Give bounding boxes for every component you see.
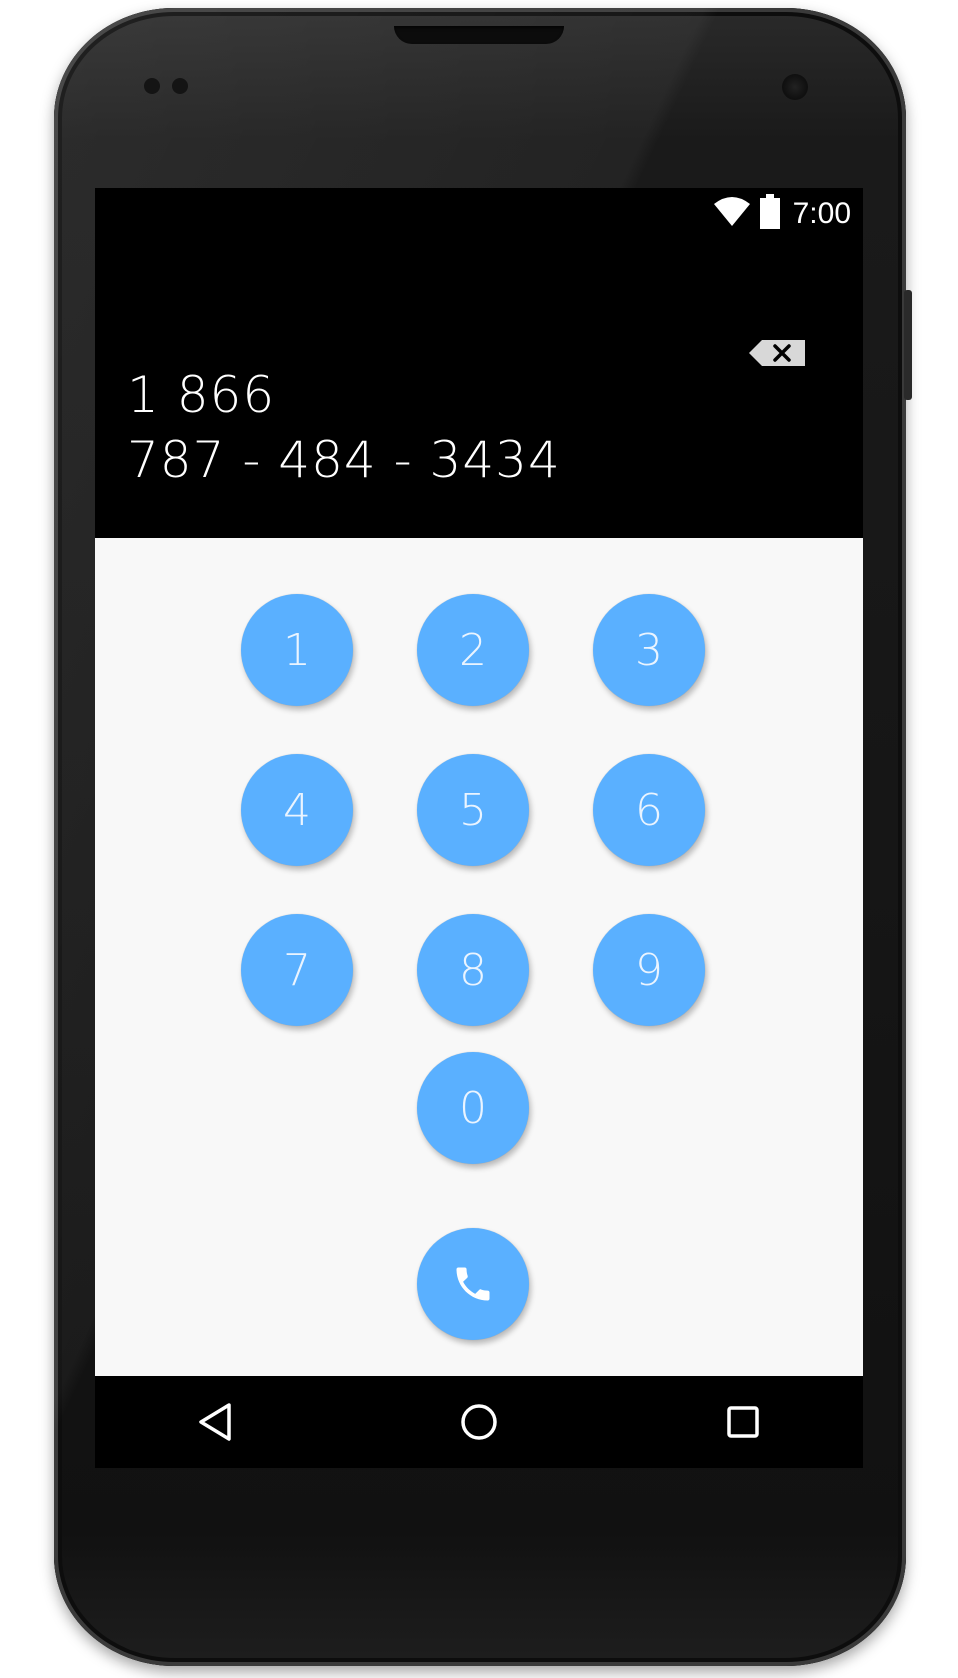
recents-icon [727, 1406, 759, 1438]
status-icons: 7:00 [713, 193, 851, 235]
key-4[interactable]: 4 [241, 754, 353, 866]
recents-button[interactable] [720, 1399, 766, 1445]
backspace-icon [749, 340, 805, 366]
call-button[interactable] [417, 1228, 529, 1340]
phone-screen: 7:00 1 866 787 - 484 - 3434 1 2 3 4 5 6 … [95, 188, 863, 1468]
dialed-number-line2: 787 - 484 - 3434 [127, 431, 561, 489]
key-3[interactable]: 3 [593, 594, 705, 706]
key-1[interactable]: 1 [241, 594, 353, 706]
home-icon [461, 1404, 497, 1440]
back-button[interactable] [192, 1399, 238, 1445]
dialed-number-line1: 1 866 [127, 366, 276, 424]
number-display: 1 866 787 - 484 - 3434 [95, 240, 863, 538]
status-bar: 7:00 [95, 188, 863, 240]
battery-icon [759, 193, 781, 235]
proximity-sensor [144, 78, 160, 94]
backspace-button[interactable] [749, 338, 807, 368]
key-6[interactable]: 6 [593, 754, 705, 866]
navigation-bar [95, 1376, 863, 1468]
status-time: 7:00 [792, 197, 851, 230]
key-9[interactable]: 9 [593, 914, 705, 1026]
light-sensor [172, 78, 188, 94]
back-icon [199, 1403, 231, 1441]
key-0[interactable]: 0 [417, 1052, 529, 1164]
power-button[interactable] [904, 290, 912, 400]
earpiece-speaker [394, 26, 564, 44]
wifi-icon [713, 196, 751, 233]
front-camera [782, 74, 808, 100]
key-8[interactable]: 8 [417, 914, 529, 1026]
phone-icon [456, 1267, 490, 1301]
dial-pad: 1 2 3 4 5 6 7 8 9 0 [95, 538, 863, 1376]
home-button[interactable] [456, 1399, 502, 1445]
key-2[interactable]: 2 [417, 594, 529, 706]
key-5[interactable]: 5 [417, 754, 529, 866]
key-7[interactable]: 7 [241, 914, 353, 1026]
